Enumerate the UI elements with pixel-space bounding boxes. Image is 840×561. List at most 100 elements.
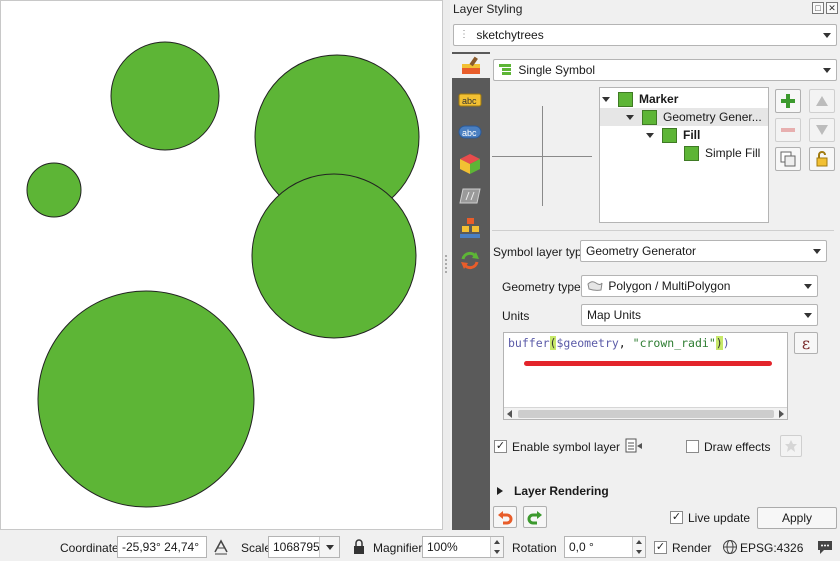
layer-styling-panel: Layer Styling □ ✕ ⋮ sketchytrees abc abc [450,0,840,530]
rotation-field[interactable]: 0,0 ° [564,536,646,558]
diagram-icon [459,188,481,204]
crs-button[interactable]: EPSG:4326 [722,538,803,556]
expression-builder-button[interactable]: ε [794,332,818,354]
renderer-value: Single Symbol [518,63,596,77]
tree-item-label: Geometry Gener... [663,110,762,124]
move-up-button[interactable] [809,89,835,113]
svg-text:abc: abc [462,96,477,106]
history-icon [461,251,479,270]
add-symbol-layer-button[interactable] [775,89,801,113]
tree-item-label: Simple Fill [705,146,761,160]
messages-icon[interactable] [816,538,834,556]
coordinate-label: Coordinate [60,541,119,555]
tree-item-marker[interactable]: Marker [602,90,768,108]
geometry-type-combobox[interactable]: Polygon / MultiPolygon [581,275,818,297]
spin-buttons[interactable] [632,537,645,557]
symbol-layer-type-label: Symbol layer type [493,245,589,259]
close-icon[interactable]: ✕ [826,2,838,14]
expand-icon[interactable] [602,97,610,103]
map-canvas[interactable] [0,0,443,530]
tree-item-geometry-generator[interactable]: Geometry Gener... [600,108,768,126]
renderer-combobox[interactable]: Single Symbol [493,59,837,81]
expand-right-icon [497,487,503,495]
layer-name: sketchytrees [476,28,544,42]
expr-separator: , [618,336,633,350]
paintbrush-icon [462,56,480,74]
rendering-tab[interactable] [457,216,483,240]
chevron-down-icon [804,313,812,318]
symbol-layer-type-value: Geometry Generator [586,244,697,258]
tree-circle [251,173,417,339]
lock-layer-button[interactable] [809,147,835,171]
tree-item-label: Fill [683,128,701,142]
duplicate-symbol-layer-button[interactable] [775,147,801,171]
lock-scale-icon[interactable] [352,539,366,555]
rotation-value: 0,0 ° [569,540,594,554]
scale-field[interactable]: 10687959 [268,536,340,558]
tree-circle [37,290,255,508]
expression-scrollbar[interactable] [504,407,787,419]
plus-icon [781,94,795,108]
symbol-swatch [684,146,699,162]
diagrams-tab[interactable] [457,184,483,208]
scroll-left-icon[interactable] [507,410,512,418]
redo-icon [527,511,542,525]
render-label: Render [672,541,712,555]
red-underline-annotation [524,361,772,366]
scrollbar-thumb[interactable] [518,410,774,418]
tree-item-simple-fill[interactable]: Simple Fill [684,144,760,162]
symbol-swatch [662,128,677,144]
move-down-button[interactable] [809,118,835,142]
expand-icon[interactable] [646,133,654,139]
data-defined-override-icon[interactable] [622,436,644,456]
layer-combobox[interactable]: ⋮ sketchytrees [453,24,837,46]
spin-buttons[interactable] [490,537,503,557]
layer-rendering-toggle[interactable]: Layer Rendering [497,484,697,500]
apply-button[interactable]: Apply [757,507,837,529]
expand-icon[interactable] [626,115,634,121]
polygon-icon [587,276,605,296]
tree-item-label: Marker [639,92,679,106]
symbol-preview [492,84,595,224]
magnifier-field[interactable]: 100% [422,536,504,558]
labels-tab[interactable]: abc [457,88,483,112]
cube-icon [460,154,480,174]
layers-stack-icon [460,218,480,238]
expression-editor[interactable]: buffer($geometry, "crown_radi")) [503,332,788,420]
masks-icon: abc [458,125,482,139]
render-checkbox[interactable]: ✓ [654,541,667,554]
rotation-label: Rotation [512,541,557,555]
tree-item-fill[interactable]: Fill [646,126,700,144]
scroll-right-icon[interactable] [779,410,784,418]
units-value: Map Units [587,308,642,322]
single-symbol-icon [499,60,515,80]
units-combobox[interactable]: Map Units [581,304,818,326]
coordinate-field[interactable]: -25,93° 24,74° [117,536,207,558]
history-tab[interactable] [457,248,483,272]
effects-settings-button[interactable] [780,435,802,457]
symbology-tab[interactable] [452,54,490,78]
redo-button[interactable] [523,506,547,528]
symbol-layer-tree[interactable]: Marker Geometry Gener... Fill Simple Fil… [599,87,769,223]
float-icon[interactable]: □ [812,2,824,14]
draw-effects-label: Draw effects [704,440,771,454]
chevron-down-icon [823,68,831,73]
toggle-extents-icon[interactable] [212,538,230,556]
expression-text[interactable]: buffer($geometry, "crown_radi")) [508,336,730,350]
expr-field-arg: "crown_radi" [632,336,716,350]
panel-splitter[interactable] [443,0,450,530]
live-update-checkbox[interactable]: ✓ [670,511,683,524]
enable-symbol-layer-checkbox[interactable]: ✓ [494,440,507,453]
magnifier-label: Magnifier [373,541,423,555]
chevron-down-icon[interactable] [319,537,339,557]
scale-label: Scale [241,541,272,555]
chevron-down-icon [813,249,821,254]
map-svg[interactable] [1,1,443,530]
draw-effects-checkbox[interactable] [686,440,699,453]
undo-button[interactable] [493,506,517,528]
masks-tab[interactable]: abc [457,120,483,144]
3d-view-tab[interactable] [457,152,483,176]
remove-symbol-layer-button[interactable] [775,118,801,142]
undo-icon [498,511,513,525]
symbol-layer-type-combobox[interactable]: Geometry Generator [580,240,827,262]
